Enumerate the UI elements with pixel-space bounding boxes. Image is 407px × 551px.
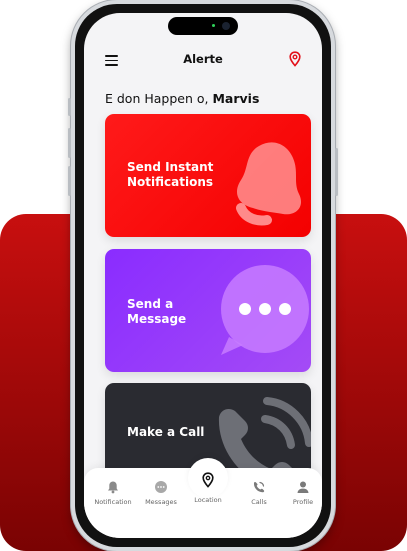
card-label: Send Instant Notifications xyxy=(127,160,214,189)
phone-side-button xyxy=(335,148,338,196)
phone-side-button xyxy=(68,98,71,116)
dynamic-island xyxy=(168,17,238,35)
phone-frame: Alerte E don Happen o, Marvis Send Insta… xyxy=(68,0,338,551)
nav-item-calls[interactable]: Calls xyxy=(234,480,284,506)
nav-item-profile[interactable]: Profile xyxy=(278,480,322,506)
greeting-text: E don Happen o, Marvis xyxy=(105,91,259,106)
location-pin-icon xyxy=(202,472,214,488)
nav-item-messages[interactable]: Messages xyxy=(136,480,186,506)
top-bar: Alerte xyxy=(84,49,322,73)
nav-label: Profile xyxy=(292,498,314,506)
chat-icon xyxy=(155,481,167,493)
camera-icon xyxy=(222,22,230,30)
nav-label: Notification xyxy=(94,498,132,506)
card-label: Send a Message xyxy=(127,297,187,326)
phone-bezel: Alerte E don Happen o, Marvis Send Insta… xyxy=(75,4,331,547)
nav-item-notification[interactable]: Notification xyxy=(88,480,138,506)
location-pin-icon[interactable] xyxy=(288,51,302,67)
app-screen: Alerte E don Happen o, Marvis Send Insta… xyxy=(84,13,322,538)
phone-side-button xyxy=(68,128,71,158)
phone-icon xyxy=(253,481,265,493)
greeting-prefix: E don Happen o, xyxy=(105,91,213,106)
send-notifications-card[interactable]: Send Instant Notifications xyxy=(105,114,311,237)
user-icon xyxy=(297,481,309,493)
phone-side-button xyxy=(68,166,71,196)
nav-item-location[interactable]: Location xyxy=(183,472,233,504)
indicator-dot xyxy=(212,24,215,27)
app-title: Alerte xyxy=(183,52,223,66)
chat-bubble-icon xyxy=(221,265,309,355)
bell-icon xyxy=(236,142,302,226)
user-name: Marvis xyxy=(212,91,260,106)
nav-label: Calls xyxy=(251,498,267,506)
bottom-navigation: Notification Messages Location Calls Pro… xyxy=(84,458,322,538)
bell-icon xyxy=(108,481,118,494)
send-message-card[interactable]: Send a Message xyxy=(105,249,311,372)
nav-label: Location xyxy=(194,496,222,504)
nav-label: Messages xyxy=(145,498,177,506)
